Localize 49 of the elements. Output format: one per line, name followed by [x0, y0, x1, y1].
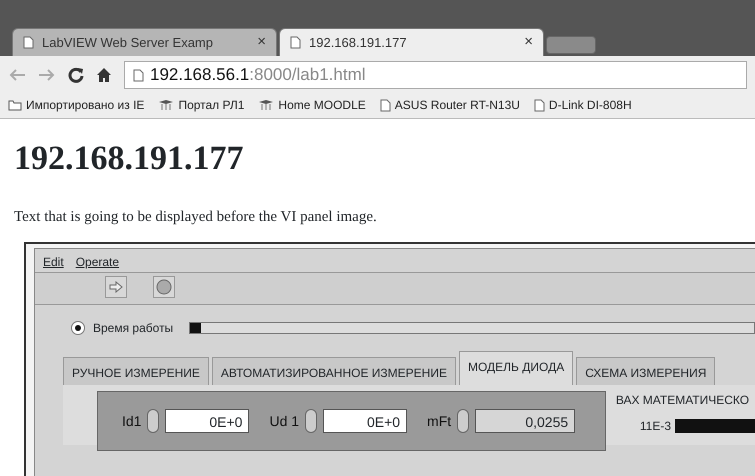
- bookmark[interactable]: ASUS Router RT-N13U: [380, 96, 520, 114]
- control-label: mFt: [427, 412, 452, 431]
- axis-tick-label: 11E-3: [640, 418, 671, 436]
- spinner[interactable]: [147, 409, 160, 434]
- page-heading: 192.168.191.177: [14, 139, 244, 179]
- numeric-field[interactable]: 0E+0: [323, 409, 408, 434]
- bookmark[interactable]: Портал РЛ1: [158, 96, 244, 114]
- radio-label: Время работы: [93, 320, 174, 338]
- page-icon: [23, 36, 34, 49]
- url-text: 192.168.56.1:8000/lab1.html: [150, 64, 366, 86]
- browser-tab[interactable]: 192.168.191.177 ×: [279, 28, 544, 56]
- close-button[interactable]: ×: [257, 31, 266, 54]
- panel-tab[interactable]: МОДЕЛЬ ДИОДА: [458, 351, 574, 386]
- bookmark[interactable]: D-Link DI-808H: [534, 96, 632, 114]
- stop-icon: [156, 279, 172, 296]
- numeric-field[interactable]: 0E+0: [165, 409, 250, 434]
- page-icon: [290, 36, 301, 49]
- intro-text: Text that is going to be displayed before the VI panel image.: [14, 208, 378, 227]
- numeric-field[interactable]: 0,0255: [475, 409, 576, 434]
- page-icon: [534, 98, 545, 112]
- home-icon[interactable]: [96, 67, 112, 83]
- close-button[interactable]: ×: [524, 31, 533, 54]
- spinner[interactable]: [305, 409, 318, 434]
- bookmark[interactable]: Импортировано из IE: [8, 96, 144, 114]
- panel-tab[interactable]: СХЕМА ИЗМЕРЕНИЯ: [576, 357, 716, 386]
- panel-tab[interactable]: АВТОМАТИЗИРОВАННОЕ ИЗМЕРЕНИЕ: [212, 357, 456, 386]
- menu-item[interactable]: Operate: [76, 253, 120, 268]
- run-button[interactable]: [105, 276, 127, 298]
- radio-button[interactable]: [71, 321, 85, 336]
- panel-tab[interactable]: РУЧНОЕ ИЗМЕРЕНИЕ: [63, 357, 209, 386]
- forward-icon[interactable]: [38, 68, 56, 82]
- stop-button[interactable]: [153, 276, 175, 298]
- bookmark[interactable]: Home MOODLE: [258, 96, 366, 114]
- cap-icon: [158, 99, 174, 111]
- menu-item[interactable]: Edit: [43, 253, 64, 268]
- arrow-icon: [109, 281, 123, 294]
- cap-icon: [258, 99, 274, 111]
- page-icon: [380, 98, 391, 112]
- graph-title: ВАХ МАТЕМАТИЧЕСКО: [616, 392, 750, 410]
- new-tab-button[interactable]: [546, 36, 596, 54]
- browser-tab[interactable]: LabVIEW Web Server Examp ×: [12, 28, 277, 56]
- back-icon[interactable]: [8, 68, 26, 82]
- address-bar[interactable]: 192.168.56.1:8000/lab1.html: [124, 61, 747, 89]
- page-icon: [133, 68, 144, 82]
- reload-icon[interactable]: [68, 67, 84, 83]
- control-label: Ud 1: [269, 412, 300, 431]
- control-label: Id1: [122, 412, 142, 431]
- spinner[interactable]: [457, 409, 470, 434]
- folder-icon: [8, 100, 22, 110]
